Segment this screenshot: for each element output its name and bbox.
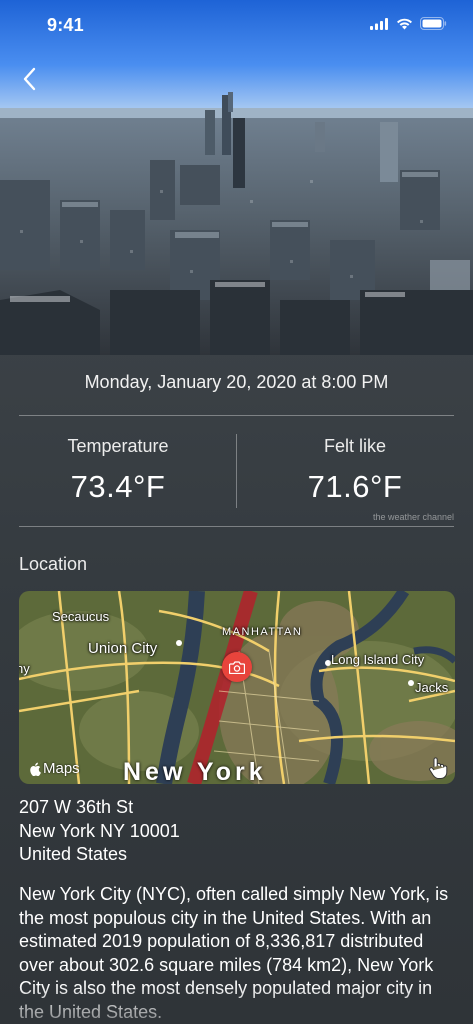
map-label-union-city: Union City [88, 640, 158, 657]
wifi-icon [396, 17, 413, 35]
location-map[interactable]: Secaucus Union City MANHATTAN Long Islan… [19, 591, 455, 784]
temperature-value: 73.4°F [70, 469, 166, 504]
address-block: 207 W 36th St New York NY 10001 United S… [19, 796, 180, 867]
divider [19, 526, 454, 527]
maps-brand-label: Maps [43, 760, 80, 777]
cellular-signal-icon [370, 17, 389, 35]
map-label-long-island-city: Long Island City [331, 652, 425, 667]
map-label-jackson: Jacks [415, 680, 449, 695]
screen: 9:41 Monday, January 20, 2020 at 8:00 PM… [0, 0, 473, 1024]
back-button[interactable] [14, 64, 44, 98]
status-time: 9:41 [47, 15, 84, 35]
address-street: 207 W 36th St [19, 797, 134, 817]
weather-attribution: the weather channel [372, 512, 454, 522]
bottom-fade [0, 984, 473, 1024]
temperature-label: Temperature [67, 436, 169, 456]
hero-photo [0, 0, 473, 355]
status-icons [370, 17, 447, 35]
observation-datetime: Monday, January 20, 2020 at 8:00 PM [84, 372, 389, 392]
temperature-stat: Temperature 73.4°F [0, 436, 236, 505]
maps-brand: Maps [29, 760, 80, 777]
location-section-title: Location [19, 554, 88, 574]
map-label-manhattan: MANHATTAN [222, 626, 303, 638]
chevron-left-icon [22, 67, 36, 96]
status-bar: 9:41 [0, 0, 473, 50]
map-label-secaucus: Secaucus [52, 609, 110, 624]
battery-icon [420, 17, 447, 35]
address-country: United States [19, 844, 128, 864]
felt-like-stat: Felt like 71.6°F [237, 436, 473, 505]
felt-like-value: 71.6°F [307, 469, 403, 504]
camera-icon [229, 660, 245, 674]
map-city-label: New York [123, 758, 267, 784]
hand-pointer-icon [427, 756, 449, 780]
felt-like-label: Felt like [323, 436, 386, 456]
map-label-edge: ny [19, 661, 30, 676]
address-city: New York NY 10001 [19, 820, 180, 841]
map-pin[interactable] [222, 652, 252, 682]
apple-logo-icon [29, 762, 41, 776]
divider [19, 415, 454, 416]
